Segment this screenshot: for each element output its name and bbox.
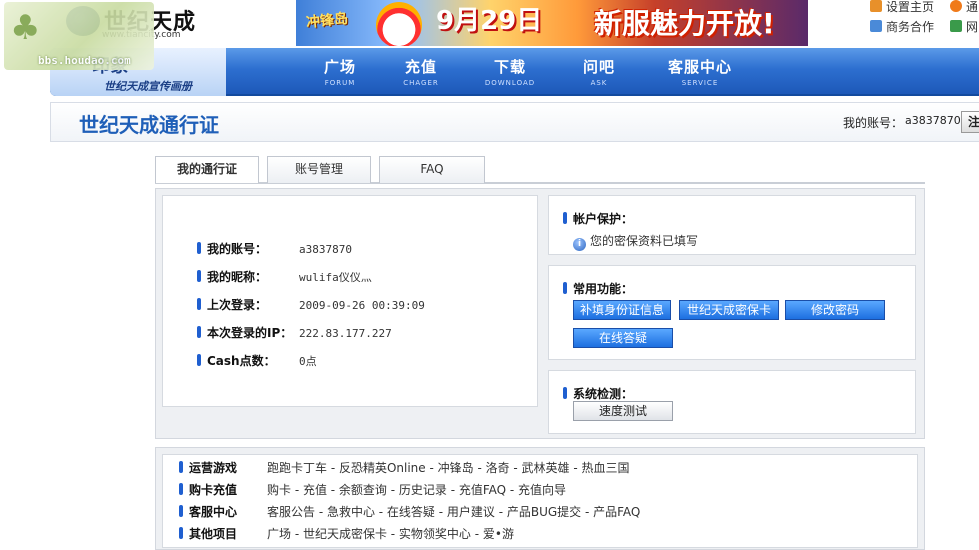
palm-tree-icon: ♣ [10, 8, 41, 48]
impression-logo-subtitle: 世纪天成宣传画册 [104, 80, 192, 93]
service-links[interactable]: 客服公告 - 急救中心 - 在线答疑 - 用户建议 - 产品BUG提交 - 产品… [267, 505, 640, 519]
account-protection-box: 帐户保护： i 您的密保资料已填写 [548, 195, 916, 255]
orange-dot-icon [950, 0, 962, 12]
nav-ask[interactable]: 问吧 ASK [559, 56, 639, 87]
account-label: 我的账号： [843, 116, 904, 130]
bullet-bar-icon [563, 282, 567, 294]
bullet-bar-icon [563, 212, 567, 224]
games-links[interactable]: 跑跑卡丁车 - 反恐精英Online - 冲锋岛 - 洛奇 - 武林英雄 - 热… [267, 461, 630, 475]
bullet-bar-icon [179, 483, 183, 495]
account-value: a3837870 [905, 114, 961, 127]
business-link[interactable]: 商务合作 [870, 18, 934, 35]
title-bar: 世纪天成通行证 我的账号： a3837870 注 [50, 102, 979, 142]
tab-faq[interactable]: FAQ [379, 156, 485, 183]
footer-row-other: 其他项目 广场 - 世纪天成密保卡 - 实物领奖中心 - 爱•游 [179, 525, 514, 542]
main-nav: 印象 世纪天成宣传画册 广场 FORUM 充值 CHAGER 下载 DOWNLO… [50, 48, 979, 96]
system-check-box: 系统检测： 速度测试 [548, 370, 916, 434]
top-link-2[interactable]: 通 [950, 0, 978, 15]
house-icon [870, 0, 882, 12]
top-link-4[interactable]: 网 [950, 18, 978, 35]
cash-points-row: Cash点数： 0点 [197, 352, 317, 368]
footer-row-games: 运营游戏 跑跑卡丁车 - 反恐精英Online - 冲锋岛 - 洛奇 - 武林英雄… [179, 459, 630, 476]
main-panel: 我的账号： a3837870 我的昵称： wulifa仪仪灬 上次登录： 2009-0… [155, 188, 925, 439]
forum-watermark: ♣ bbs.houdao.com [4, 2, 154, 70]
banner-date: 9月29日 [436, 6, 543, 36]
logout-button[interactable]: 注 [961, 111, 979, 133]
bullet-bar-icon [197, 298, 201, 310]
account-info-box: 我的账号： a3837870 我的昵称： wulifa仪仪灬 上次登录： 2009-0… [162, 195, 538, 407]
cards-links[interactable]: 购卡 - 充值 - 余额查询 - 历史记录 - 充值FAQ - 充值向导 [267, 483, 566, 497]
square-icon [950, 20, 962, 32]
page-title: 世纪天成通行证 [79, 113, 219, 137]
footer-links-box: 运营游戏 跑跑卡丁车 - 反恐精英Online - 冲锋岛 - 洛奇 - 武林英雄… [162, 454, 918, 548]
bullet-bar-icon [179, 505, 183, 517]
login-ip-row: 本次登录的IP： 222.83.177.227 [197, 324, 392, 340]
bullet-bar-icon [197, 270, 201, 282]
common-functions-box: 常用功能： 补填身份证信息 世纪天成密保卡 修改密码 在线答疑 [548, 265, 916, 360]
bullet-bar-icon [563, 387, 567, 399]
nav-download[interactable]: 下载 DOWNLOAD [470, 56, 550, 87]
functions-title: 常用功能： [563, 280, 633, 297]
bullet-bar-icon [179, 461, 183, 473]
last-login-row: 上次登录： 2009-09-26 00:39:09 [197, 296, 425, 312]
footer-row-cards: 购卡充值 购卡 - 充值 - 余额查询 - 历史记录 - 充值FAQ - 充值向导 [179, 481, 566, 498]
tab-bar: 我的通行证 账号管理 FAQ [155, 156, 925, 184]
nav-service[interactable]: 客服中心 SERVICE [650, 56, 750, 87]
set-homepage-link[interactable]: 设置主页 [870, 0, 934, 15]
security-card-button[interactable]: 世纪天成密保卡 [679, 300, 779, 320]
clown-icon [376, 2, 422, 46]
watermark-text: bbs.houdao.com [38, 54, 131, 67]
protection-title: 帐户保护： [563, 210, 633, 227]
bullet-bar-icon [197, 354, 201, 366]
footer-links-panel: 运营游戏 跑跑卡丁车 - 反恐精英Online - 冲锋岛 - 洛奇 - 武林英雄… [155, 447, 925, 550]
bullet-bar-icon [197, 326, 201, 338]
tab-account-manage[interactable]: 账号管理 [267, 156, 371, 183]
bullet-bar-icon [197, 242, 201, 254]
bullet-bar-icon [179, 527, 183, 539]
nav-charge[interactable]: 充值 CHAGER [381, 56, 461, 87]
nav-forum[interactable]: 广场 FORUM [300, 56, 380, 87]
change-password-button[interactable]: 修改密码 [785, 300, 885, 320]
info-icon: i [573, 238, 586, 251]
promo-banner[interactable]: 冲锋岛 9月29日 新服魅力开放! [296, 0, 808, 46]
chat-icon [870, 20, 882, 32]
online-qa-button[interactable]: 在线答疑 [573, 328, 673, 348]
other-links[interactable]: 广场 - 世纪天成密保卡 - 实物领奖中心 - 爱•游 [267, 527, 514, 541]
system-check-title: 系统检测： [563, 385, 633, 402]
protection-status: i 您的密保资料已填写 [573, 232, 698, 251]
banner-slogan: 新服魅力开放! [594, 7, 775, 40]
banner-game-name: 冲锋岛 [305, 10, 349, 32]
tab-my-pass[interactable]: 我的通行证 [155, 156, 259, 183]
speed-test-button[interactable]: 速度测试 [573, 401, 673, 421]
account-row: 我的账号： a3837870 [197, 240, 352, 256]
footer-row-service: 客服中心 客服公告 - 急救中心 - 在线答疑 - 用户建议 - 产品BUG提交 … [179, 503, 640, 520]
fill-id-info-button[interactable]: 补填身份证信息 [573, 300, 671, 320]
nickname-row: 我的昵称： wulifa仪仪灬 [197, 268, 372, 284]
